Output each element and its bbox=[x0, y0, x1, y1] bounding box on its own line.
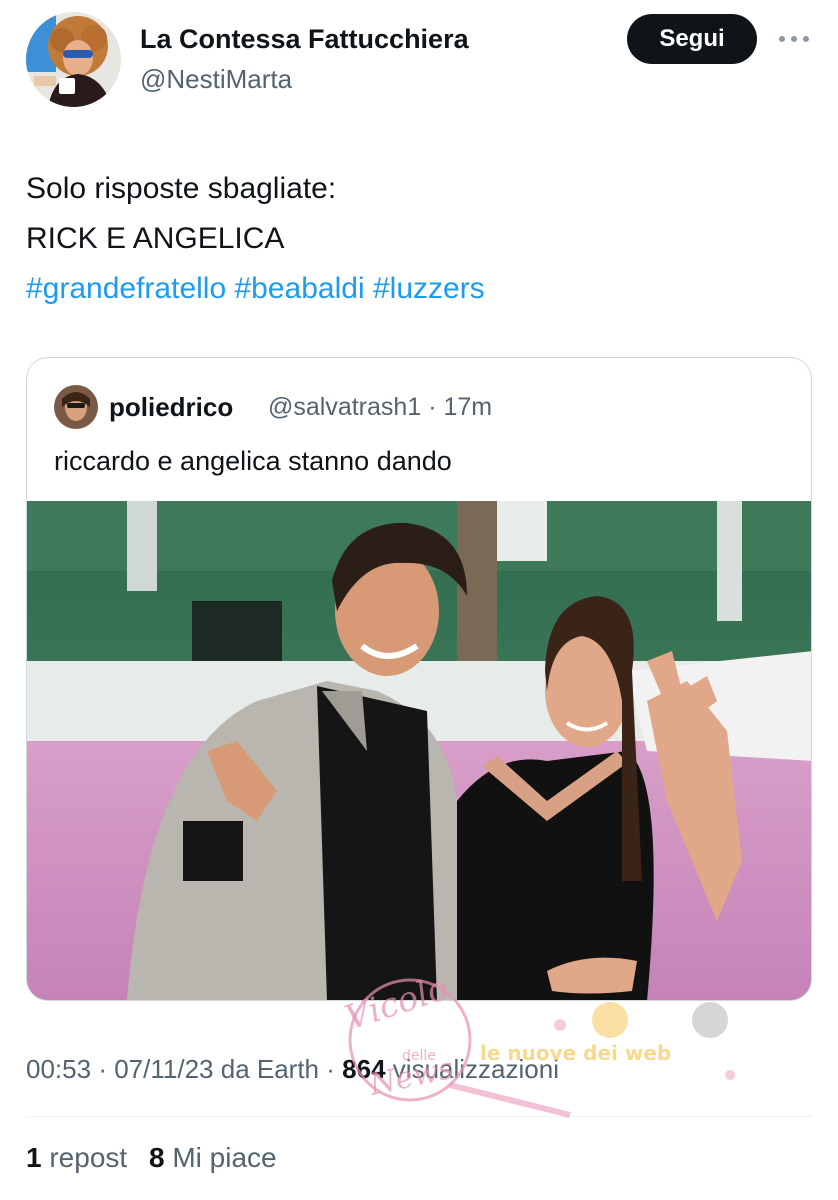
tweet-text-line-1: Solo risposte sbagliate: bbox=[26, 172, 337, 205]
tweet-date[interactable]: 07/11/23 bbox=[114, 1054, 213, 1084]
quoted-tweet-card[interactable]: poliedrico @salvatrash1 · 17m riccardo e… bbox=[26, 357, 812, 1001]
reposts-stat[interactable]: 1 repost bbox=[26, 1142, 127, 1174]
quoted-text: riccardo e angelica stanno dando bbox=[54, 446, 452, 476]
tweet-body: Solo risposte sbagliate: RICK E ANGELICA… bbox=[26, 164, 816, 314]
tweet-text-line-2: RICK E ANGELICA bbox=[26, 222, 285, 255]
hashtag-link[interactable]: #grandefratello bbox=[26, 272, 226, 305]
author-avatar[interactable] bbox=[26, 12, 121, 107]
likes-stat[interactable]: 8 Mi piace bbox=[149, 1142, 277, 1174]
divider bbox=[26, 1116, 812, 1117]
author-handle[interactable]: @NestiMarta bbox=[140, 64, 292, 95]
hashtag-link[interactable]: #luzzers bbox=[373, 272, 485, 305]
quoted-meta: @salvatrash1 · 17m bbox=[268, 393, 492, 422]
hashtag-list: #grandefratello #beabaldi #luzzers bbox=[26, 264, 816, 314]
likes-label: Mi piace bbox=[172, 1142, 277, 1173]
tweet-meta: 00:53 · 07/11/23 da Earth · 864 visualiz… bbox=[26, 1054, 559, 1085]
likes-count: 8 bbox=[148, 1142, 165, 1173]
views-label: visualizzazioni bbox=[392, 1054, 559, 1084]
author-display-name[interactable]: La Contessa Fattucchiera bbox=[140, 24, 469, 55]
engagement-stats: 1 repost 8 Mi piace bbox=[26, 1142, 291, 1174]
quoted-avatar-image bbox=[54, 385, 98, 429]
quoted-time[interactable]: 17m bbox=[443, 393, 492, 421]
tweet-time[interactable]: 00:53 bbox=[26, 1054, 91, 1084]
avatar-image bbox=[26, 12, 121, 107]
tweet-source: da Earth bbox=[220, 1054, 320, 1084]
more-options-button[interactable] bbox=[774, 26, 814, 52]
separator-dot: · bbox=[428, 393, 437, 421]
ellipsis-icon bbox=[779, 36, 809, 42]
separator-dot: · bbox=[98, 1054, 107, 1084]
photo-couple-red-carpet bbox=[27, 501, 811, 1000]
views-count: 864 bbox=[342, 1054, 386, 1084]
quoted-photo[interactable] bbox=[27, 501, 811, 1000]
quoted-author-handle[interactable]: @salvatrash1 bbox=[268, 393, 421, 421]
reposts-label: repost bbox=[49, 1142, 128, 1173]
quoted-author-name[interactable]: poliedrico bbox=[109, 392, 233, 423]
tweet-header: La Contessa Fattucchiera @NestiMarta Seg… bbox=[0, 0, 838, 120]
hashtag-link[interactable]: #beabaldi bbox=[235, 272, 365, 305]
separator-dot: · bbox=[326, 1054, 335, 1084]
quoted-author-avatar[interactable] bbox=[54, 385, 98, 429]
reposts-count: 1 bbox=[26, 1142, 42, 1173]
follow-button[interactable]: Segui bbox=[627, 14, 757, 64]
